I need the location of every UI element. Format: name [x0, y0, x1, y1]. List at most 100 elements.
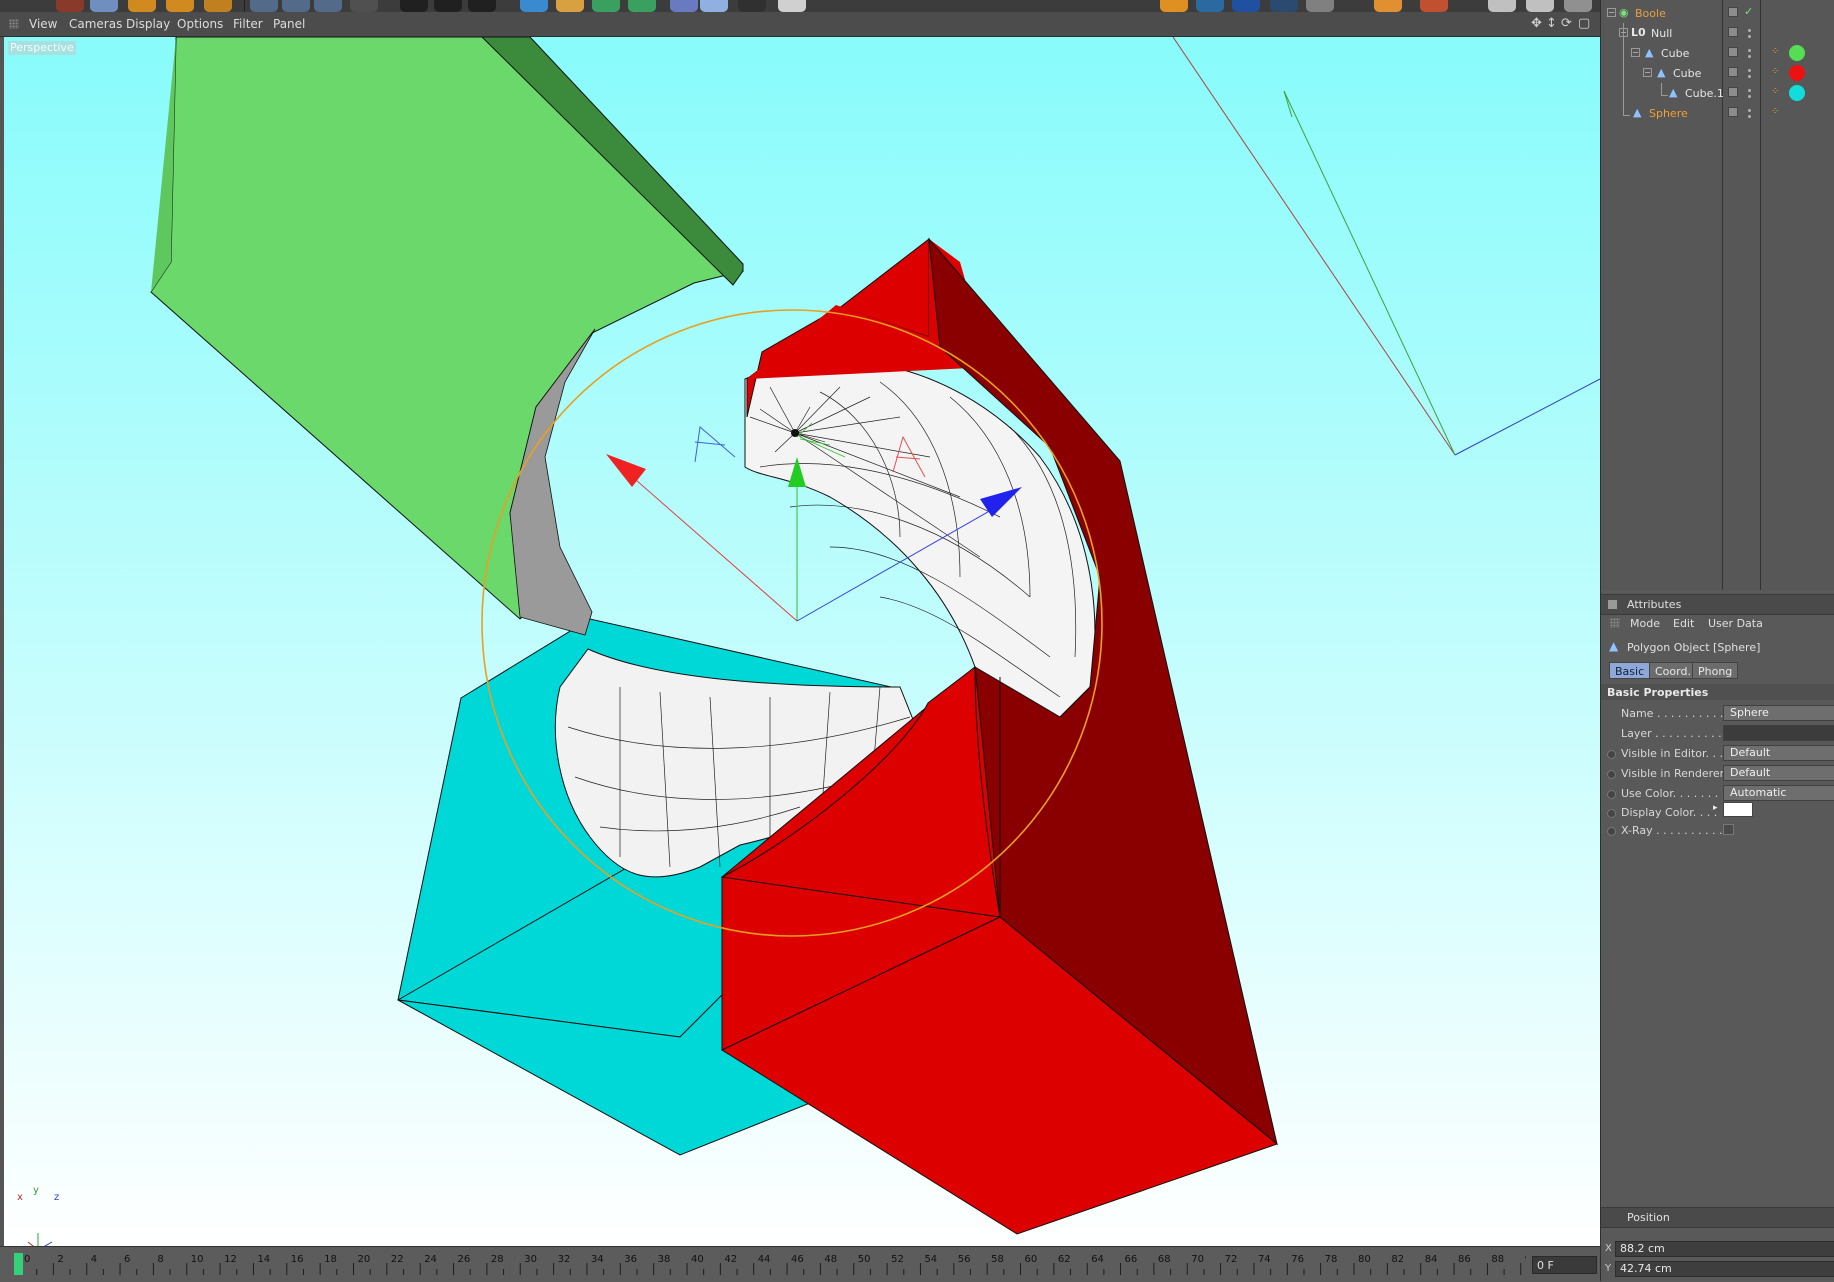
- visibility-render-dot[interactable]: [1748, 35, 1751, 38]
- visibility-render-dot[interactable]: [1748, 75, 1751, 78]
- material-tag-icon[interactable]: [1789, 65, 1805, 81]
- gizmo-x-axis[interactable]: [611, 458, 798, 622]
- visibility-editor-dot[interactable]: [1748, 69, 1751, 72]
- spline-pen-icon[interactable]: [556, 0, 584, 12]
- visibility-render-dot[interactable]: [1748, 95, 1751, 98]
- menu-edit[interactable]: Edit: [1673, 617, 1694, 630]
- om-row-cube-1[interactable]: ▲ Cube.1 ⁘: [1601, 83, 1834, 103]
- motion-tracker-icon[interactable]: [1306, 0, 1334, 12]
- timeline-ruler[interactable]: 0 2 4 6 8 10 12 14 16 18 20 22 24 26 28 30 32 34 36 38 40 42 4…: [14, 1251, 1526, 1277]
- layer-field[interactable]: [1723, 725, 1834, 741]
- visibility-editor-dot[interactable]: [1748, 29, 1751, 32]
- animate-radio-display-color[interactable]: [1607, 809, 1616, 818]
- menu-panel[interactable]: Panel: [273, 17, 305, 31]
- scale-tool-icon[interactable]: [128, 0, 156, 12]
- subdivision-surface-icon[interactable]: [592, 0, 620, 12]
- tab-coord[interactable]: Coord.: [1649, 662, 1697, 679]
- render-picture-viewer-icon[interactable]: [434, 0, 462, 12]
- rotate-tool-icon[interactable]: [166, 0, 194, 12]
- object-name[interactable]: Boole: [1635, 7, 1666, 20]
- animate-radio-xray[interactable]: [1607, 827, 1616, 836]
- light-icon[interactable]: [778, 0, 806, 12]
- hair-icon[interactable]: [1160, 0, 1188, 12]
- green-cube[interactable]: [150, 37, 745, 636]
- xray-checkbox[interactable]: [1723, 824, 1734, 835]
- maximize-view-icon[interactable]: ▢: [1578, 17, 1590, 31]
- om-row-boole[interactable]: − ◉ Boole ✓: [1601, 3, 1834, 23]
- viewport-3d[interactable]: x y z: [0, 37, 1600, 1246]
- menu-options[interactable]: Options: [177, 17, 223, 31]
- menu-display[interactable]: Display: [126, 17, 170, 31]
- layer-flag-icon[interactable]: [1728, 7, 1738, 17]
- visibility-editor-dot[interactable]: [1748, 89, 1751, 92]
- pan-view-icon[interactable]: ✥: [1531, 17, 1542, 31]
- array-icon[interactable]: [628, 0, 656, 12]
- visible-in-editor-dropdown[interactable]: Default: [1723, 745, 1834, 761]
- menu-user-data[interactable]: User Data: [1708, 617, 1763, 630]
- timeline[interactable]: 0 2 4 6 8 10 12 14 16 18 20 22 24 26 28 30 32 34 36 38 40 42 4…: [0, 1246, 1600, 1282]
- scene-render[interactable]: [0, 37, 1600, 1246]
- layout-icon[interactable]: [1420, 0, 1448, 12]
- om-row-sphere[interactable]: ▲ Sphere ⁘: [1601, 23, 1834, 123]
- layer-flag-icon[interactable]: [1728, 87, 1738, 97]
- render-settings-icon[interactable]: [468, 0, 496, 12]
- current-frame-field[interactable]: 0 F: [1532, 1256, 1597, 1274]
- menu-filter[interactable]: Filter: [233, 17, 263, 31]
- animate-radio-visible-renderer[interactable]: [1607, 770, 1616, 779]
- panel-grip-icon[interactable]: [1608, 1213, 1617, 1222]
- deformer-icon[interactable]: [670, 0, 698, 12]
- panel-grip-icon[interactable]: [9, 19, 19, 29]
- expand-arrow-icon[interactable]: ▸: [1713, 803, 1718, 813]
- use-color-dropdown[interactable]: Automatic: [1723, 785, 1834, 801]
- layer-flag-icon[interactable]: [1728, 107, 1738, 117]
- position-x-field[interactable]: 88.2 cm: [1615, 1241, 1834, 1257]
- object-name[interactable]: Sphere: [1649, 107, 1688, 120]
- playhead-marker[interactable]: [14, 1253, 23, 1275]
- menu-mode[interactable]: Mode: [1630, 617, 1660, 630]
- tree-collapse-icon[interactable]: −: [1631, 48, 1640, 57]
- object-name[interactable]: Cube: [1673, 67, 1701, 80]
- coordinate-system-icon[interactable]: [350, 0, 378, 12]
- menu-view[interactable]: View: [29, 17, 57, 31]
- gizmo-x-arrow[interactable]: [606, 454, 646, 487]
- name-field[interactable]: Sphere: [1723, 705, 1834, 721]
- tab-phong[interactable]: Phong: [1692, 662, 1739, 679]
- recent-tool-icon[interactable]: [204, 0, 232, 12]
- dolly-view-icon[interactable]: ↕: [1546, 17, 1557, 31]
- visibility-editor-dot[interactable]: [1748, 49, 1751, 52]
- undo-icon[interactable]: [56, 0, 84, 12]
- layer-flag-icon[interactable]: [1728, 67, 1738, 77]
- panel-square-icon[interactable]: [1608, 600, 1617, 609]
- visibility-editor-dot[interactable]: [1748, 109, 1751, 112]
- visible-in-renderer-dropdown[interactable]: Default: [1723, 765, 1834, 781]
- material-tag-icon[interactable]: [1789, 85, 1805, 101]
- mograph-icon[interactable]: [1270, 0, 1298, 12]
- tree-collapse-icon[interactable]: −: [1643, 68, 1652, 77]
- visibility-render-dot[interactable]: [1748, 55, 1751, 58]
- tree-collapse-icon[interactable]: −: [1607, 8, 1616, 17]
- python-icon[interactable]: [1232, 0, 1260, 12]
- z-axis-lock-icon[interactable]: [314, 0, 342, 12]
- sculpt-icon[interactable]: [1196, 0, 1224, 12]
- rotate-view-icon[interactable]: ⟳: [1561, 17, 1572, 31]
- layout-c-icon[interactable]: [1564, 0, 1592, 12]
- layer-flag-icon[interactable]: [1728, 47, 1738, 57]
- texture-tag-icon[interactable]: ⁘: [1771, 106, 1779, 117]
- animate-radio-use-color[interactable]: [1607, 790, 1616, 799]
- material-tag-icon[interactable]: [1789, 45, 1805, 61]
- floor-icon[interactable]: [700, 0, 728, 12]
- layout-b-icon[interactable]: [1526, 0, 1554, 12]
- render-view-icon[interactable]: [400, 0, 428, 12]
- texture-tag-icon[interactable]: ⁘: [1771, 66, 1779, 77]
- enabled-check-icon[interactable]: ✓: [1744, 5, 1753, 18]
- animate-radio-visible-editor[interactable]: [1607, 750, 1616, 759]
- texture-tag-icon[interactable]: ⁘: [1771, 46, 1779, 57]
- character-icon[interactable]: [1374, 0, 1402, 12]
- texture-tag-icon[interactable]: ⁘: [1771, 86, 1779, 97]
- camera-icon[interactable]: [738, 0, 766, 12]
- layer-flag-icon[interactable]: [1728, 27, 1738, 37]
- om-row-cube[interactable]: − ▲ Cube ⁘: [1601, 43, 1834, 63]
- panel-grip-icon[interactable]: [1610, 618, 1620, 628]
- cube-primitive-icon[interactable]: [520, 0, 548, 12]
- visibility-render-dot[interactable]: [1748, 115, 1751, 118]
